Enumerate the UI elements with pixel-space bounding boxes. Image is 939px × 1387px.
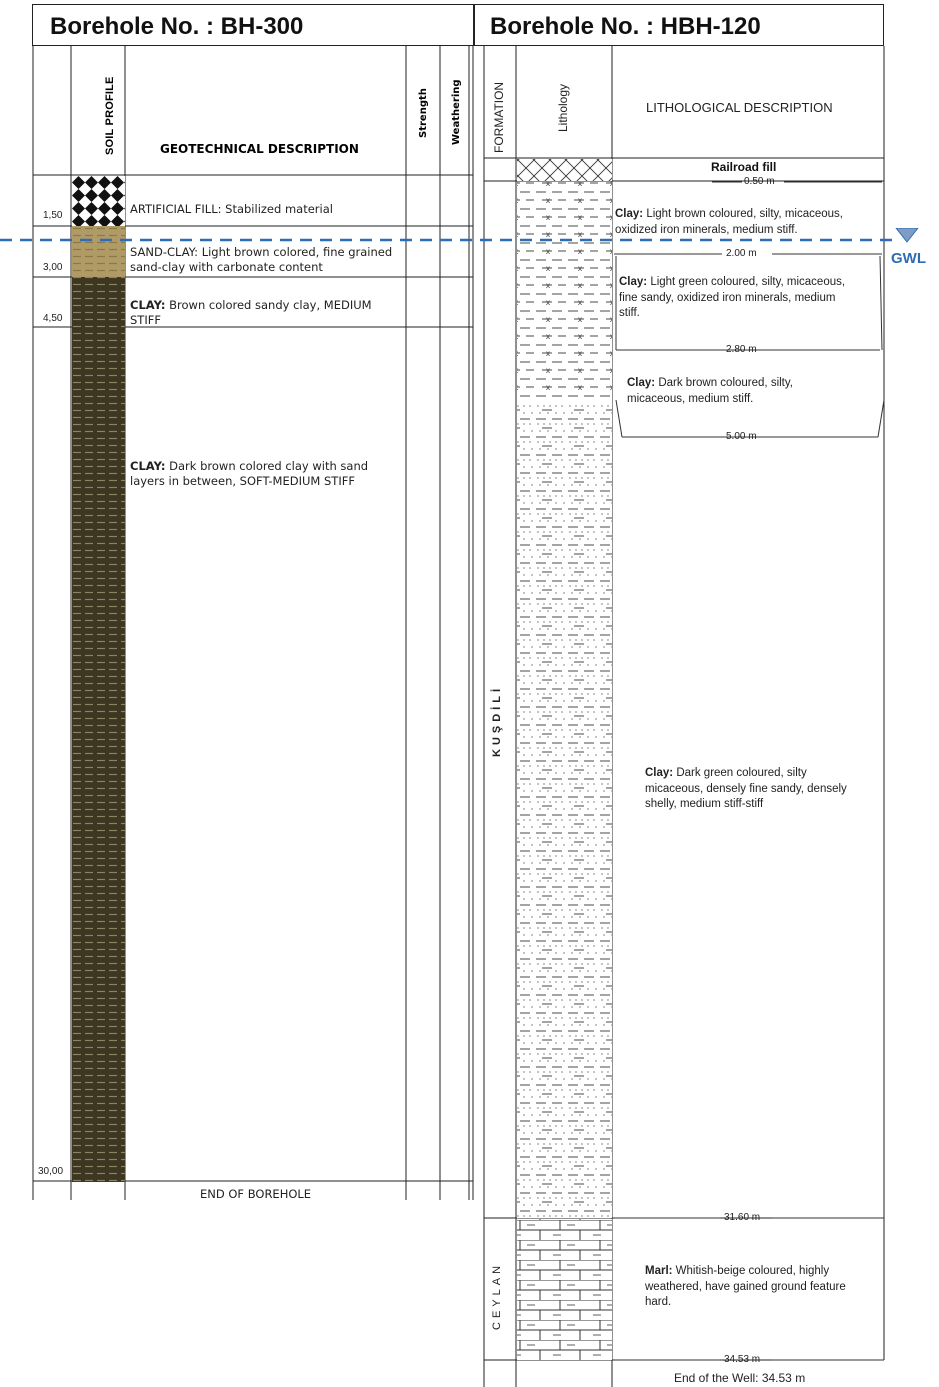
formation-header: FORMATION	[492, 81, 506, 153]
right-depth-marker: 0.50 m	[744, 176, 775, 187]
lithology-header: Lithology	[556, 83, 570, 132]
railroad-fill-label: Railroad fill	[711, 160, 777, 174]
right-layer-description: Clay: Light green coloured, silty, micac…	[619, 276, 846, 319]
left-layer-description: CLAY: Dark brown colored clay with sand …	[130, 459, 369, 488]
soil-profile-header: SOIL PROFILE	[104, 76, 116, 155]
left-depth-label: 30,00	[38, 1166, 64, 1177]
left-end-label: END OF BOREHOLE	[200, 1187, 312, 1201]
left-depth-label: 3,00	[43, 262, 63, 273]
left-layer-description: ARTIFICIAL FILL: Stabilized material	[130, 202, 333, 216]
right-layer-description: Marl: Whitish-beige coloured, highly wea…	[645, 1265, 846, 1308]
left-depth-label: 1,50	[43, 210, 63, 221]
artificial-fill-pattern	[72, 176, 125, 226]
marl-pattern	[517, 1219, 612, 1360]
right-layer-description: Clay: Dark brown coloured, silty, micace…	[627, 377, 793, 405]
right-depth-marker: 5.00 m	[726, 431, 757, 442]
gwl-label: GWL	[891, 250, 926, 267]
geotechnical-description-header: GEOTECHNICAL DESCRIPTION	[160, 142, 359, 156]
formation-name: CEYLAN	[491, 1261, 503, 1330]
clay-upper-pattern	[517, 182, 612, 402]
left-soil-profile-column	[72, 176, 125, 1182]
right-end-label: End of the Well: 34.53 m	[674, 1371, 806, 1385]
right-depth-marker: 2.80 m	[726, 344, 757, 355]
right-depth-marker: 34.53 m	[724, 1354, 761, 1365]
formation-name: KUŞDİLİ	[491, 685, 503, 757]
left-layer-description: CLAY: Brown colored sandy clay, MEDIUM S…	[130, 298, 372, 327]
right-layer-description: Clay: Dark green coloured, silty micaceo…	[645, 767, 847, 810]
strength-header: Strength	[418, 88, 429, 138]
gwl-line	[0, 228, 919, 243]
gwl-triangle-icon	[895, 228, 919, 243]
right-depth-marker: 31.60 m	[724, 1212, 761, 1223]
weathering-header: Weathering	[451, 79, 462, 145]
sandy-clay-pattern	[517, 402, 612, 1218]
left-depth-label: 4,50	[43, 313, 63, 324]
clay-pattern	[72, 277, 125, 1182]
railroad-fill-pattern	[517, 159, 612, 181]
lithological-description-header: LITHOLOGICAL DESCRIPTION	[646, 100, 833, 115]
